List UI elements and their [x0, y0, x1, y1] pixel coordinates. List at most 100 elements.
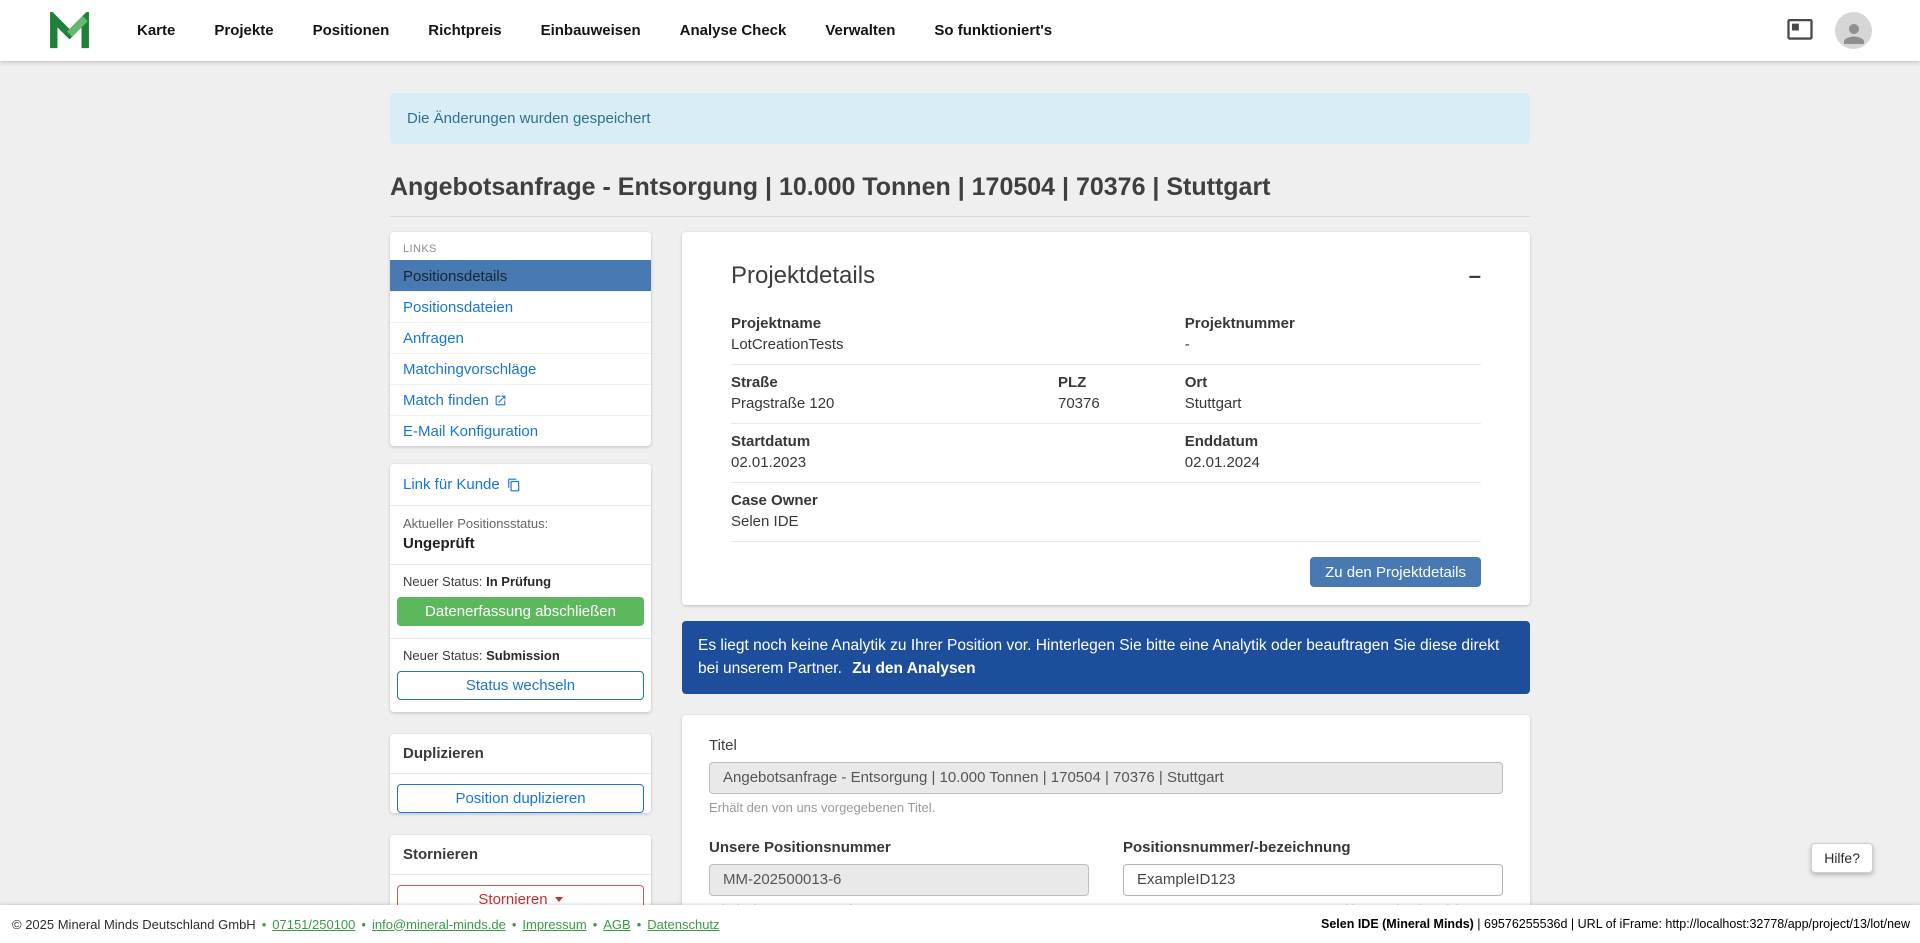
analytics-banner: Es liegt noch keine Analytik zu Ihrer Po… — [682, 621, 1530, 694]
app-header: Karte Projekte Positionen Richtpreis Ein… — [0, 0, 1920, 61]
sidebar-item-label: Anfragen — [403, 330, 464, 347]
strasse-label: Straße — [731, 374, 1058, 391]
next-status-text: Neuer Status: In Prüfung — [397, 574, 644, 589]
main-content: Projektdetails – Projektname LotCreation… — [682, 232, 1530, 943]
sidebar-item-label: Matchingvorschläge — [403, 361, 536, 378]
project-row-3: Startdatum 02.01.2023 Enddatum 02.01.202… — [731, 424, 1481, 483]
project-details-button[interactable]: Zu den Projektdetails — [1310, 557, 1481, 587]
sidebar-item-label: Positionsdateien — [403, 299, 513, 316]
customer-link[interactable]: Link für Kunde — [390, 464, 651, 506]
sidebar-item-label: E-Mail Konfiguration — [403, 423, 538, 440]
project-fields: Projektname LotCreationTests Projektnumm… — [731, 306, 1481, 542]
complete-data-entry-button[interactable]: Datenerfassung abschließen — [397, 597, 644, 626]
projektnummer-value: - — [1185, 336, 1481, 353]
current-status-label: Aktueller Positionsstatus: — [403, 516, 638, 531]
success-alert: Die Änderungen wurden gespeichert — [390, 93, 1530, 144]
sidebar-item-email-konfiguration[interactable]: E-Mail Konfiguration — [390, 415, 651, 446]
sidebar-item-label: Positionsdetails — [403, 268, 507, 285]
enddatum-label: Enddatum — [1185, 433, 1481, 450]
links-card: LINKS Positionsdetails Positionsdateien … — [390, 232, 651, 446]
nav-item-analyse-check[interactable]: Analyse Check — [680, 22, 787, 39]
sidebar-item-positionsdetails[interactable]: Positionsdetails — [390, 260, 651, 291]
brand-logo[interactable] — [49, 12, 90, 49]
startdatum-label: Startdatum — [731, 433, 1185, 450]
person-icon — [1839, 19, 1869, 49]
projektnummer-label: Projektnummer — [1185, 315, 1481, 332]
footer-links: © 2025 Mineral Minds Deutschland GmbH • … — [12, 917, 720, 932]
unsere-positionsnummer-input — [709, 864, 1089, 896]
links-header: LINKS — [390, 232, 651, 260]
separator-dot: • — [637, 917, 642, 932]
email-link[interactable]: info@mineral-minds.de — [372, 917, 506, 932]
projektname-value: LotCreationTests — [731, 336, 1185, 353]
startdatum-value: 02.01.2023 — [731, 454, 1185, 471]
projektname-label: Projektname — [731, 315, 1185, 332]
ort-label: Ort — [1185, 374, 1481, 391]
titel-input — [709, 762, 1503, 794]
agb-link[interactable]: AGB — [603, 917, 630, 932]
duplicate-position-button[interactable]: Position duplizieren — [397, 784, 644, 813]
sidebar-item-match-finden[interactable]: Match finden — [390, 384, 651, 415]
next-status-text: Neuer Status: Submission — [397, 648, 644, 663]
project-details-card: Projektdetails – Projektname LotCreation… — [682, 232, 1530, 605]
nav-item-projekte[interactable]: Projekte — [214, 22, 273, 39]
next-status-block-2: Neuer Status: Submission Status wechseln — [390, 639, 651, 712]
nav-item-verwalten[interactable]: Verwalten — [825, 22, 895, 39]
next-status-block-1: Neuer Status: In Prüfung Datenerfassung … — [390, 565, 651, 639]
project-row-1: Projektname LotCreationTests Projektnumm… — [731, 306, 1481, 365]
nav-item-so-funktionierts[interactable]: So funktioniert's — [934, 22, 1052, 39]
impressum-link[interactable]: Impressum — [522, 917, 586, 932]
strasse-value: Pragstraße 120 — [731, 395, 1058, 412]
appbar-actions — [1786, 12, 1872, 49]
separator-dot: • — [361, 917, 366, 932]
success-alert-text: Die Änderungen wurden gespeichert — [407, 110, 651, 127]
duplicate-heading: Duplizieren — [390, 734, 651, 774]
current-status-block: Aktueller Positionsstatus: Ungeprüft — [390, 506, 651, 565]
titel-label: Titel — [709, 737, 1503, 754]
sidebar-item-anfragen[interactable]: Anfragen — [390, 322, 651, 353]
caret-down-icon — [555, 897, 563, 902]
switch-status-button[interactable]: Status wechseln — [397, 671, 644, 700]
separator-dot: • — [262, 917, 267, 932]
analytics-link[interactable]: Zu den Analysen — [852, 660, 975, 677]
enddatum-value: 02.01.2024 — [1185, 454, 1481, 471]
positionsnummer-bezeichnung-label: Positionsnummer/-bezeichnung — [1123, 839, 1503, 856]
sidebar-item-positionsdateien[interactable]: Positionsdateien — [390, 291, 651, 322]
case-owner-value: Selen IDE — [731, 513, 1185, 530]
separator-dot: • — [593, 917, 598, 932]
sidebar-item-matchingvorschlaege[interactable]: Matchingvorschläge — [390, 353, 651, 384]
footer: © 2025 Mineral Minds Deutschland GmbH • … — [0, 905, 1920, 943]
title-divider — [390, 216, 1530, 217]
project-row-2: Straße Pragstraße 120 PLZ 70376 Ort Stut… — [731, 365, 1481, 424]
analytics-banner-text: Es liegt noch keine Analytik zu Ihrer Po… — [698, 637, 1499, 677]
copyright-text: © 2025 Mineral Minds Deutschland GmbH — [12, 917, 256, 932]
user-avatar[interactable] — [1835, 12, 1872, 49]
customer-link-label: Link für Kunde — [403, 476, 500, 493]
titel-helper: Erhält den von uns vorgegebenen Titel. — [709, 800, 1503, 815]
sidebar-item-label: Match finden — [403, 392, 489, 409]
case-owner-label: Case Owner — [731, 492, 1185, 509]
project-row-4: Case Owner Selen IDE — [731, 483, 1481, 542]
positionsnummer-bezeichnung-input[interactable] — [1123, 864, 1503, 896]
cancel-card: Stornieren Stornieren — [390, 835, 651, 914]
brand-logo-icon — [49, 12, 90, 49]
cancel-heading: Stornieren — [390, 835, 651, 875]
nav-item-positionen[interactable]: Positionen — [313, 22, 390, 39]
session-details: | 69576255536d | URL of iFrame: http://l… — [1474, 917, 1910, 931]
unsere-positionsnummer-label: Unsere Positionsnummer — [709, 839, 1089, 856]
nav-item-karte[interactable]: Karte — [137, 22, 175, 39]
current-status-value: Ungeprüft — [403, 535, 638, 552]
nav-item-richtpreis[interactable]: Richtpreis — [428, 22, 501, 39]
separator-dot: • — [512, 917, 517, 932]
nav-item-einbauweisen[interactable]: Einbauweisen — [541, 22, 641, 39]
main-nav: Karte Projekte Positionen Richtpreis Ein… — [137, 22, 1052, 39]
copy-icon — [507, 478, 521, 492]
plz-value: 70376 — [1058, 395, 1185, 412]
page-title: Angebotsanfrage - Entsorgung | 10.000 To… — [390, 173, 1530, 202]
phone-link[interactable]: 07151/250100 — [272, 917, 355, 932]
collapse-button[interactable]: – — [1469, 265, 1481, 287]
datenschutz-link[interactable]: Datenschutz — [647, 917, 719, 932]
help-button[interactable]: Hilfe? — [1811, 843, 1873, 873]
page-body: Die Änderungen wurden gespeichert Angebo… — [0, 0, 1920, 943]
panel-icon[interactable] — [1786, 19, 1814, 42]
